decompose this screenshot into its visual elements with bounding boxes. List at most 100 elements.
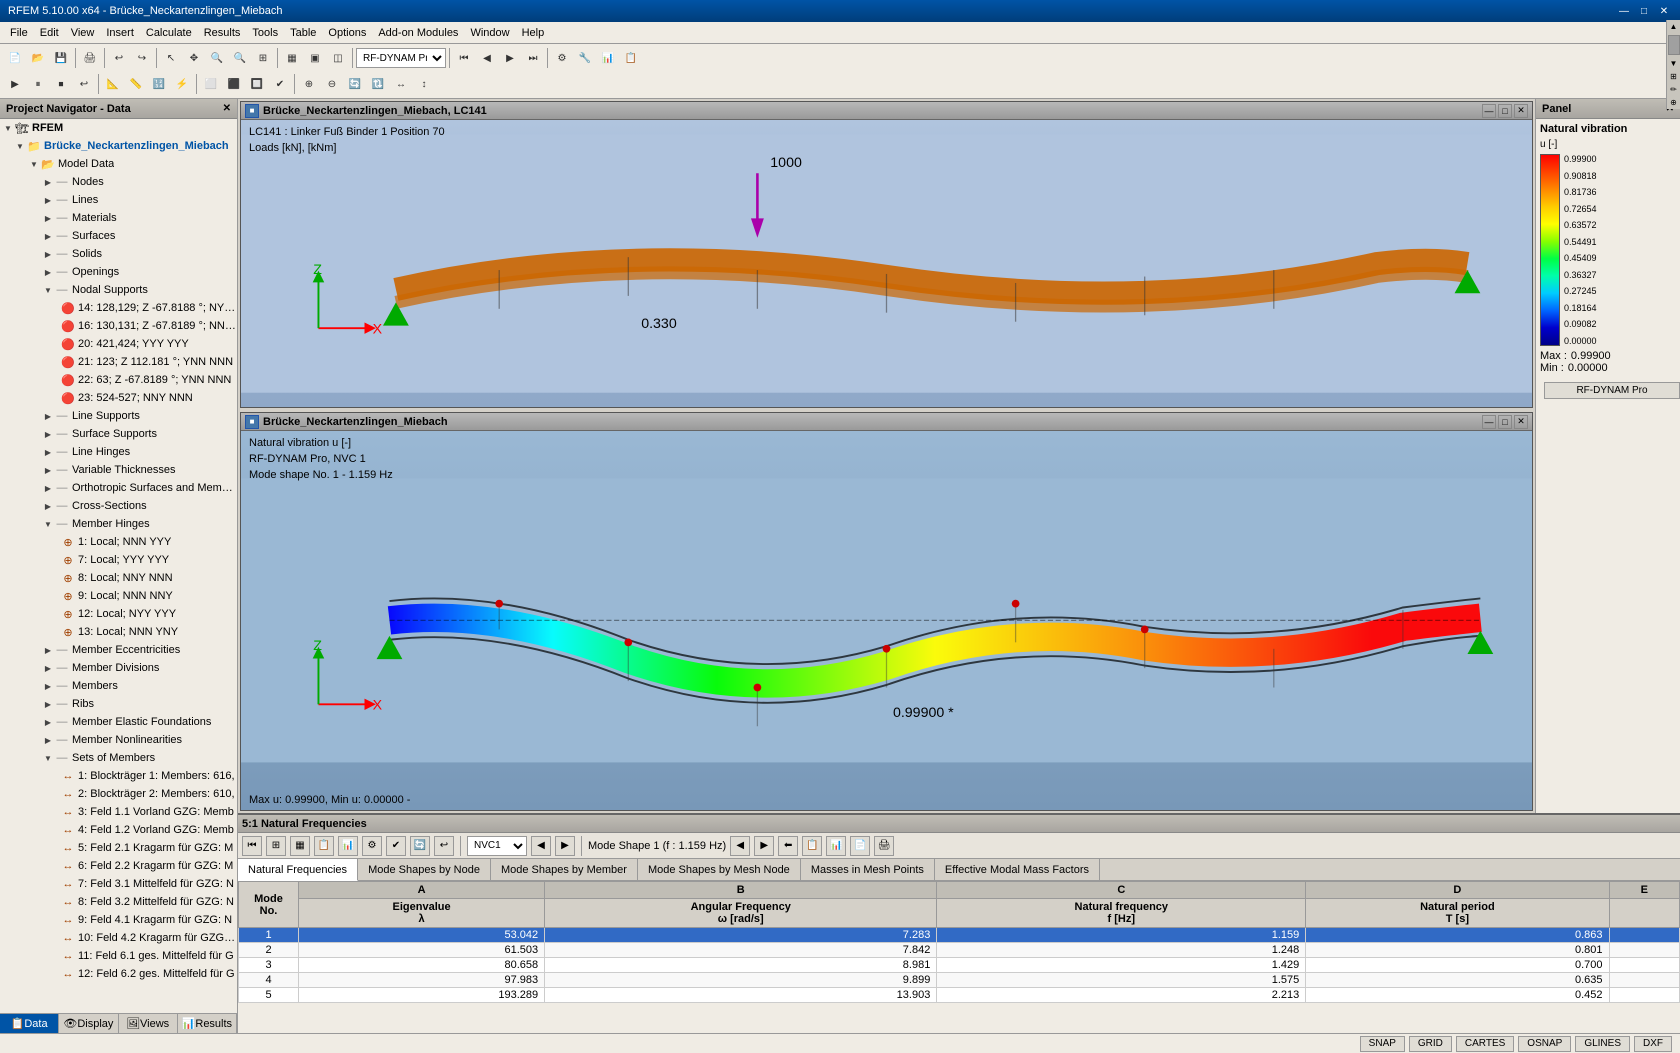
tree-item-lines[interactable]: ▶ — Lines [0,191,237,209]
tab-mode-shapes-member[interactable]: Mode Shapes by Member [491,859,638,880]
tab-modal-mass[interactable]: Effective Modal Mass Factors [935,859,1100,880]
tree-item-mh-5[interactable]: ⊕ 13: Local; NNN YNY [0,623,237,641]
nvc-btn-8[interactable]: 🔄 [410,836,430,856]
nvc-nav2-next[interactable]: ▶ [754,836,774,856]
tb-btn-nav1[interactable]: ⏮ [453,47,475,69]
sidebar-close-icon[interactable]: ✕ [223,103,231,114]
menu-results[interactable]: Results [198,25,247,41]
tb-btn-a4[interactable]: 📋 [620,47,642,69]
tb-btn-a1[interactable]: ⚙ [551,47,573,69]
tree-item-line-supports[interactable]: ▶ — Line Supports [0,407,237,425]
rf-dynam-combo[interactable]: RF-DYNAM Pro [356,48,446,68]
tree-item-project[interactable]: ▼ 📁 Brücke_Neckartenzlingen_Miebach [0,137,237,155]
tree-item-cross-sections[interactable]: ▶ — Cross-Sections [0,497,237,515]
nvc-combo[interactable]: NVC1 [467,836,527,856]
tree-item-solids[interactable]: ▶ — Solids [0,245,237,263]
tb2-btn-1[interactable]: ▶ [4,73,26,95]
tb-btn-view1[interactable]: ▦ [281,47,303,69]
nvc-btn-6[interactable]: ⚙ [362,836,382,856]
viewport-bottom-max-btn[interactable]: □ [1498,415,1512,429]
menu-view[interactable]: View [65,25,101,41]
menu-options[interactable]: Options [322,25,372,41]
tb-btn-zoom-out[interactable]: 🔍 [229,47,251,69]
nvc-btn-2[interactable]: ⊞ [266,836,286,856]
nvc-nav-prev[interactable]: ◀ [531,836,551,856]
tree-item-line-hinges[interactable]: ▶ — Line Hinges [0,443,237,461]
nvc-nav-next[interactable]: ▶ [555,836,575,856]
tree-item-nodal-supports[interactable]: ▼ — Nodal Supports [0,281,237,299]
sidebar-tab-data[interactable]: 📋 Data [0,1014,59,1033]
nvc-btn-export3[interactable]: 📊 [826,836,846,856]
nvc-btn-export5[interactable]: 🖨 [874,836,894,856]
tb-btn-zoom-all[interactable]: ⊞ [252,47,274,69]
tb2-btn-17[interactable]: ↔ [390,73,412,95]
tb2-btn-6[interactable]: 📏 [125,73,147,95]
tree-item-member-elastic[interactable]: ▶ — Member Elastic Foundations [0,713,237,731]
tree-item-mh-2[interactable]: ⊕ 8: Local; NNY NNN [0,569,237,587]
tree-item-som-3[interactable]: ↔ 4: Feld 1.2 Vorland GZG: Memb [0,821,237,839]
tree-item-som-0[interactable]: ↔ 1: Blockträger 1: Members: 616, [0,767,237,785]
tb-btn-a2[interactable]: 🔧 [574,47,596,69]
tb2-btn-3[interactable]: ⏹ [50,73,72,95]
tb-btn-move[interactable]: ✥ [183,47,205,69]
tree-item-som-11[interactable]: ↔ 12: Feld 6.2 ges. Mittelfeld für G [0,965,237,983]
viewport-bottom-close-btn[interactable]: ✕ [1514,415,1528,429]
tab-natural-frequencies[interactable]: Natural Frequencies [238,859,358,881]
tb2-btn-11[interactable]: 🔲 [246,73,268,95]
menu-insert[interactable]: Insert [100,25,140,41]
viewport-top-min-btn[interactable]: — [1482,104,1496,118]
minimize-button[interactable]: — [1616,4,1632,18]
tree-item-surfaces[interactable]: ▶ — Surfaces [0,227,237,245]
nvc-btn-5[interactable]: 📊 [338,836,358,856]
tree-item-mh-3[interactable]: ⊕ 9: Local; NNN NNY [0,587,237,605]
tree-item-som-10[interactable]: ↔ 11: Feld 6.1 ges. Mittelfeld für G [0,947,237,965]
table-row[interactable]: 2 61.503 7.842 1.248 0.801 [239,943,1680,958]
sidebar-tab-results[interactable]: 📊 Results [178,1014,237,1033]
tree-item-member-nonlinearities[interactable]: ▶ — Member Nonlinearities [0,731,237,749]
status-glines[interactable]: GLINES [1575,1036,1630,1052]
menu-calculate[interactable]: Calculate [140,25,198,41]
tb-btn-new[interactable]: 📄 [4,47,26,69]
tb2-btn-16[interactable]: 🔃 [367,73,389,95]
tree-item-openings[interactable]: ▶ — Openings [0,263,237,281]
tree-item-mh-4[interactable]: ⊕ 12: Local; NYY YYY [0,605,237,623]
tree-item-nodes[interactable]: ▶ — Nodes [0,173,237,191]
tree-item-member-divisions[interactable]: ▶ — Member Divisions [0,659,237,677]
tree-item-ns-1[interactable]: 🔴 16: 130,131; Z -67.8189 °; NNY N [0,317,237,335]
tb2-btn-14[interactable]: ⊖ [321,73,343,95]
tree-item-ribs[interactable]: ▶ — Ribs [0,695,237,713]
tb2-btn-2[interactable]: ⏸ [27,73,49,95]
viewport-top-max-btn[interactable]: □ [1498,104,1512,118]
tree-item-sets-of-members[interactable]: ▼ — Sets of Members [0,749,237,767]
tree-item-som-4[interactable]: ↔ 5: Feld 2.1 Kragarm für GZG: M [0,839,237,857]
tab-mode-shapes-mesh[interactable]: Mode Shapes by Mesh Node [638,859,801,880]
tree-item-som-1[interactable]: ↔ 2: Blockträger 2: Members: 610, [0,785,237,803]
nvc-nav2-prev[interactable]: ◀ [730,836,750,856]
tb2-btn-5[interactable]: 📐 [102,73,124,95]
tree-item-mh-1[interactable]: ⊕ 7: Local; YYY YYY [0,551,237,569]
tb2-btn-8[interactable]: ⚡ [171,73,193,95]
tree-item-som-9[interactable]: ↔ 10: Feld 4.2 Kragarm für GZG: N [0,929,237,947]
tb-btn-save[interactable]: 💾 [50,47,72,69]
tb-btn-a3[interactable]: 📊 [597,47,619,69]
status-grid[interactable]: GRID [1409,1036,1452,1052]
viewport-bottom-min-btn[interactable]: — [1482,415,1496,429]
tree-item-som-5[interactable]: ↔ 6: Feld 2.2 Kragarm für GZG: M [0,857,237,875]
tb2-btn-7[interactable]: 🔢 [148,73,170,95]
tb-btn-nav2[interactable]: ◀ [476,47,498,69]
menu-addon[interactable]: Add-on Modules [372,25,464,41]
tree-item-materials[interactable]: ▶ — Materials [0,209,237,227]
tree-item-mh-0[interactable]: ⊕ 1: Local; NNN YYY [0,533,237,551]
tb2-btn-13[interactable]: ⊕ [298,73,320,95]
tb-btn-select[interactable]: ↖ [160,47,182,69]
status-osnap[interactable]: OSNAP [1518,1036,1571,1052]
table-row[interactable]: 1 53.042 7.283 1.159 0.863 [239,928,1680,943]
tree-item-ns-5[interactable]: 🔴 23: 524-527; NNY NNN [0,389,237,407]
tb-btn-zoom-in[interactable]: 🔍 [206,47,228,69]
status-snap[interactable]: SNAP [1360,1036,1405,1052]
menu-table[interactable]: Table [284,25,322,41]
close-button[interactable]: ✕ [1656,4,1672,18]
menu-window[interactable]: Window [464,25,515,41]
tree-item-ns-2[interactable]: 🔴 20: 421,424; YYY YYY [0,335,237,353]
tb-btn-view2[interactable]: ▣ [304,47,326,69]
